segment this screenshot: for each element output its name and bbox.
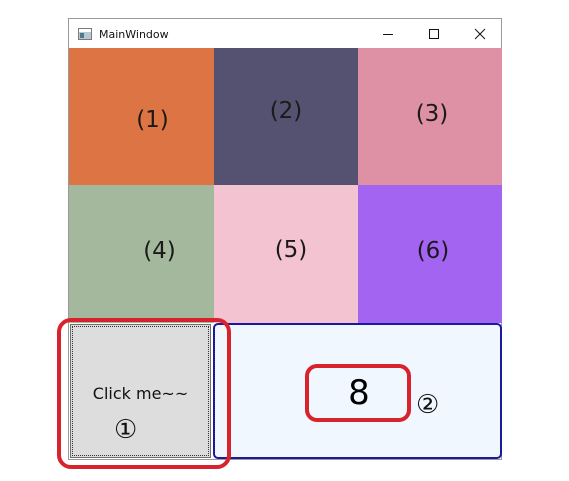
click-me-button[interactable]: Click me~~ — [70, 324, 211, 458]
maximize-icon — [429, 29, 439, 39]
close-icon — [474, 28, 486, 40]
grid-cell-label: (5) — [274, 237, 308, 263]
annotation-marker-2: ② — [416, 390, 440, 420]
grid-cell-label: (4) — [143, 238, 176, 264]
minimize-button[interactable] — [365, 19, 411, 49]
close-button[interactable] — [457, 19, 503, 49]
grid-cell-label: (3) — [415, 100, 449, 127]
grid-cell-6: (6) — [358, 185, 502, 323]
grid-cell-2: (2) — [214, 48, 358, 185]
grid-cell-5: (5) — [214, 185, 358, 323]
maximize-button[interactable] — [411, 19, 457, 49]
grid-cell-3: (3) — [358, 48, 502, 185]
counter-value: 8 — [348, 373, 370, 413]
grid-cell-label: (1) — [136, 106, 169, 133]
window-title: MainWindow — [99, 27, 169, 41]
grid-cell-1: (1) — [69, 48, 214, 185]
grid-cell-label: (2) — [269, 97, 303, 124]
click-me-label: Click me~~ — [92, 383, 189, 403]
title-bar[interactable]: MainWindow — [69, 19, 501, 49]
annotation-marker-1: ① — [114, 415, 138, 445]
screenshot-stage: MainWindow (1) (2) (3) (4) (5) (6) Click… — [0, 0, 569, 481]
app-window-icon — [78, 28, 92, 40]
grid-cell-label: (6) — [416, 238, 450, 264]
minimize-icon — [383, 34, 393, 35]
grid-cell-4: (4) — [69, 185, 214, 323]
